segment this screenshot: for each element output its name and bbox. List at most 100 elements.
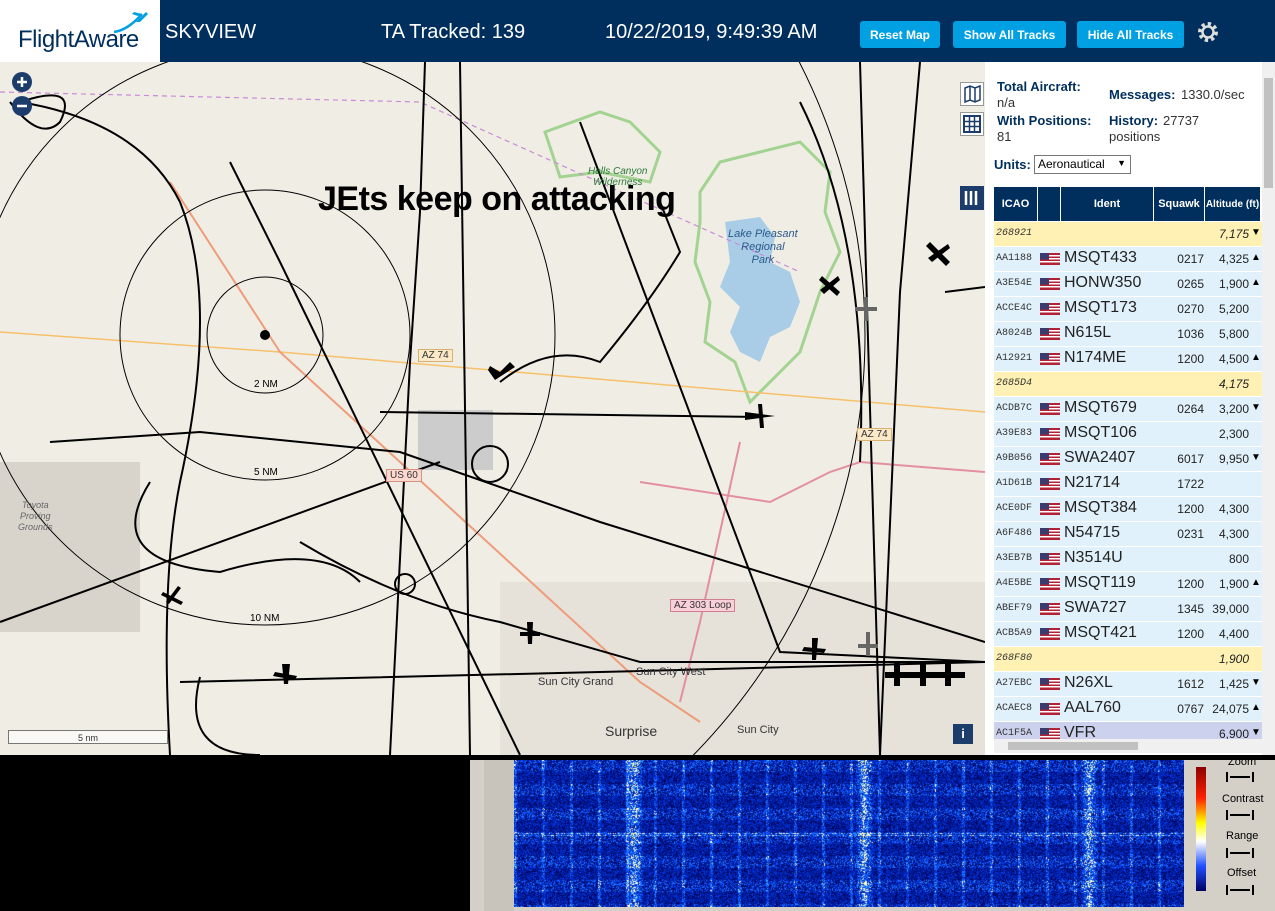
altitude-trend-icon: ▲	[1251, 252, 1261, 263]
us-flag-icon	[1040, 703, 1060, 715]
waterfall-spectrogram[interactable]	[514, 760, 1184, 907]
units-label: Units:	[994, 157, 1031, 172]
logo-plane-icon	[113, 12, 148, 34]
grid-icon	[963, 115, 981, 133]
messages-value: 1330.0/sec	[1181, 87, 1245, 102]
table-row[interactable]: A39E83 MSQT106 2,300	[994, 422, 1262, 446]
icao-cell: A1D61B	[996, 478, 1033, 489]
info-button[interactable]: i	[953, 724, 973, 744]
proving-ground-area	[0, 462, 140, 632]
altitude-trend-icon: ▼	[1251, 452, 1261, 463]
map-icon	[964, 84, 981, 104]
altitude-cell: 3,200	[1218, 402, 1249, 416]
table-row[interactable]: A12921 N174ME 1200 4,500 ▲	[994, 347, 1262, 371]
table-row[interactable]: AA1188 MSQT433 0217 4,325 ▲	[994, 247, 1262, 271]
col-ident[interactable]: Ident	[1061, 187, 1153, 221]
table-row[interactable]: ACCE4C MSQT173 0270 5,200	[994, 297, 1262, 321]
place-label-lake-pleasant: Lake Pleasant Regional Park	[728, 228, 798, 266]
zoom-out-icon[interactable]	[11, 95, 33, 117]
aircraft-icon	[273, 664, 297, 684]
icao-cell: 268921	[996, 228, 1033, 239]
horizontal-scrollbar[interactable]	[994, 739, 1262, 753]
reset-map-button[interactable]: Reset Map	[860, 21, 940, 48]
us-flag-icon	[1040, 253, 1060, 265]
us-flag-icon	[1040, 528, 1060, 540]
table-row[interactable]: A3E54E HONW350 0265 1,900 ▲	[994, 272, 1262, 296]
gray-area	[418, 410, 493, 470]
icao-cell: ACCE4C	[996, 303, 1033, 314]
table-row[interactable]: A1D61B N21714 1722	[994, 472, 1262, 496]
icao-cell: A3E54E	[996, 278, 1033, 289]
ident-cell: N21714	[1064, 474, 1121, 491]
flightaware-logo[interactable]: FlightAware	[0, 0, 160, 63]
show-all-tracks-button[interactable]: Show All Tracks	[953, 21, 1066, 48]
units-selected-value: Aeronautical	[1038, 157, 1105, 171]
table-row[interactable]: 2685D4 4,175	[994, 372, 1262, 396]
table-row[interactable]: 268F80 1,900	[994, 647, 1262, 671]
zoom-slider[interactable]	[1226, 772, 1254, 782]
toggle-sidebar-button[interactable]	[960, 186, 984, 210]
squawk-cell: 1036	[1177, 327, 1204, 341]
map-layers-button[interactable]	[960, 82, 984, 106]
altitude-trend-icon: ▼	[1251, 227, 1261, 238]
table-row[interactable]: 268921 7,175 ▼	[994, 222, 1262, 246]
col-altitude[interactable]: Altitude (ft)	[1205, 187, 1260, 221]
table-row[interactable]: ACB5A9 MSQT421 1200 4,400	[994, 622, 1262, 646]
place-label-sun-city: Sun City	[737, 724, 779, 736]
col-flag[interactable]	[1038, 187, 1060, 221]
altitude-trend-icon: ▼	[1251, 677, 1261, 688]
altitude-cell: 5,800	[1218, 327, 1249, 341]
range-slider[interactable]	[1226, 848, 1254, 858]
table-row[interactable]: A3EB7B N3514U 800	[994, 547, 1262, 571]
table-row[interactable]: A9B056 SWA2407 6017 9,950 ▼	[994, 447, 1262, 471]
map-grid-button[interactable]	[960, 112, 984, 136]
units-select[interactable]: Aeronautical ▼	[1034, 155, 1131, 174]
table-row[interactable]: A6F486 N54715 0231 4,300	[994, 522, 1262, 546]
zoom-in-icon[interactable]	[11, 71, 33, 93]
ident-cell: MSQT119	[1064, 574, 1136, 591]
table-row[interactable]: A8024B N615L 1036 5,800	[994, 322, 1262, 346]
squawk-cell: 1612	[1177, 677, 1204, 691]
color-scale-bar	[1196, 767, 1206, 891]
altitude-cell: 4,325	[1218, 252, 1249, 266]
with-positions-label: With Positions:	[997, 113, 1092, 128]
table-row[interactable]: ACE0DF MSQT384 1200 4,300	[994, 497, 1262, 521]
squawk-cell: 0265	[1177, 277, 1204, 291]
receiver-location	[260, 330, 270, 340]
chevron-down-icon: ▼	[1117, 158, 1126, 168]
icao-cell: A3EB7B	[996, 553, 1033, 564]
col-squawk[interactable]: Squawk	[1154, 187, 1204, 221]
contrast-slider[interactable]	[1226, 810, 1254, 820]
altitude-trend-icon: ▼	[1251, 727, 1261, 738]
aircraft-icon	[855, 297, 877, 321]
ident-cell: N174ME	[1064, 349, 1127, 366]
hide-all-tracks-button[interactable]: Hide All Tracks	[1077, 21, 1184, 48]
ident-cell: MSQT106	[1064, 424, 1137, 441]
squawk-cell: 0767	[1177, 702, 1204, 716]
scrollbar-thumb[interactable]	[1264, 78, 1273, 188]
table-row[interactable]: A4E5BE MSQT119 1200 1,900 ▲	[994, 572, 1262, 596]
history-unit: positions	[1109, 129, 1161, 144]
us-flag-icon	[1040, 403, 1060, 415]
altitude-trend-icon: ▲	[1251, 577, 1261, 588]
squawk-cell: 0231	[1177, 527, 1204, 541]
altitude-cell: 4,175	[1218, 377, 1249, 391]
icao-cell: ACE0DF	[996, 503, 1033, 514]
gear-icon[interactable]	[1196, 20, 1220, 44]
table-row[interactable]: A27EBC N26XL 1612 1,425 ▼	[994, 672, 1262, 696]
vertical-scrollbar[interactable]	[1262, 62, 1275, 755]
map-view[interactable]: JEts keep on attacking Hells Canyon Wilde…	[0, 62, 985, 755]
aircraft-icon	[161, 586, 183, 605]
table-row[interactable]: ACDB7C MSQT679 0264 3,200 ▼	[994, 397, 1262, 421]
offset-slider[interactable]	[1226, 885, 1254, 895]
icao-cell: ABEF79	[996, 603, 1033, 614]
table-row[interactable]: ABEF79 SWA727 1345 39,000	[994, 597, 1262, 621]
road-shield-az303: AZ 303 Loop	[670, 599, 736, 612]
table-row[interactable]: ACAEC8 AAL760 0767 24,075 ▲	[994, 697, 1262, 721]
range-label-2nm: 2 NM	[254, 379, 278, 390]
ident-cell: AAL760	[1064, 699, 1121, 716]
scrollbar-thumb[interactable]	[1008, 742, 1138, 750]
col-icao[interactable]: ICAO	[994, 187, 1037, 221]
with-positions-value: 81	[997, 129, 1012, 144]
offset-label: Offset	[1227, 867, 1257, 879]
